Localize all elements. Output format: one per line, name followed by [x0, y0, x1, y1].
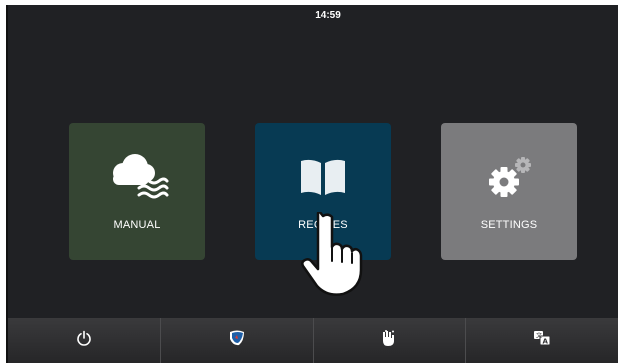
power-button[interactable] — [8, 318, 161, 363]
clock-time: 14:59 — [315, 10, 341, 21]
settings-label: SETTINGS — [480, 219, 538, 231]
language-button[interactable]: 文 A — [466, 318, 618, 363]
manual-tile[interactable]: MANUAL — [69, 123, 205, 260]
status-bar: 14:59 — [8, 5, 618, 27]
recipes-label: RECIPES — [298, 219, 348, 231]
cloud-steam-icon — [69, 151, 205, 208]
cleaning-button[interactable] — [160, 318, 314, 363]
language-icon: 文 A — [533, 330, 551, 351]
cleaning-icon — [227, 329, 247, 352]
recipes-tile[interactable]: RECIPES — [255, 123, 391, 260]
oven-screen: 14:59 MANUAL RECIPES SETTINGS 文 A — [8, 5, 618, 363]
manual-label: MANUAL — [113, 219, 161, 231]
power-icon — [76, 330, 92, 351]
svg-text:文: 文 — [536, 332, 542, 340]
bottom-bar: 文 A — [8, 318, 618, 363]
hand-wash-icon — [380, 329, 398, 352]
hand-wash-button[interactable] — [313, 318, 467, 363]
svg-text:A: A — [543, 338, 549, 346]
gears-icon — [441, 153, 577, 208]
settings-tile[interactable]: SETTINGS — [441, 123, 577, 260]
book-icon — [255, 157, 391, 202]
